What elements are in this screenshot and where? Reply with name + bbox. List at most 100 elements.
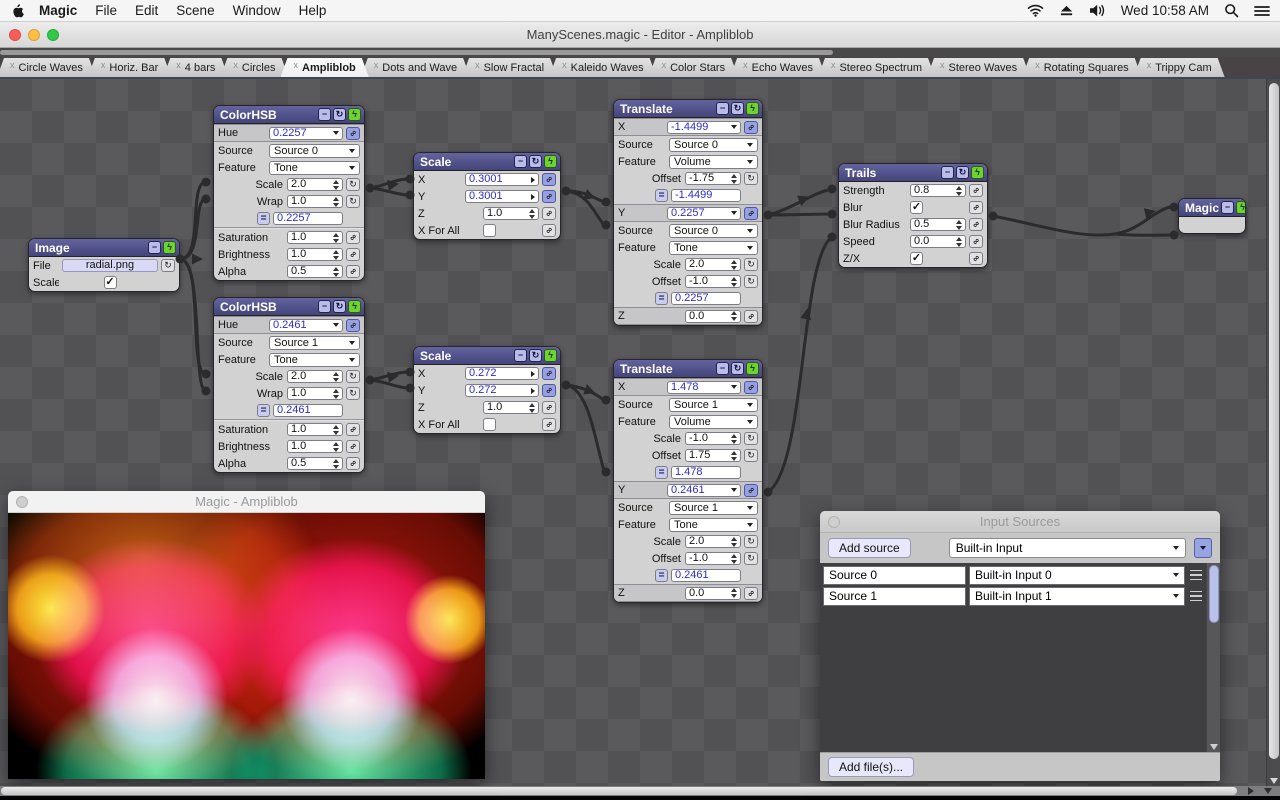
loop-icon[interactable]: ↻ (744, 258, 758, 271)
add-files-button[interactable]: Add file(s)... (828, 757, 914, 777)
link-icon[interactable]: ∞ (744, 207, 758, 220)
stepper-arrows[interactable] (333, 459, 339, 469)
tab-ampliblob[interactable]: xAmpliblob (281, 58, 369, 77)
cycle-node-icon[interactable]: ↻ (529, 155, 542, 168)
cycle-node-icon[interactable]: ↻ (956, 166, 969, 179)
node-header-image[interactable]: Image−ϟ (29, 239, 179, 257)
equals-button[interactable]: = (655, 569, 668, 582)
tab-color-stars[interactable]: xColor Stars (649, 58, 739, 77)
enable-node-button[interactable]: ϟ (163, 241, 176, 254)
computed-value-field[interactable]: 0.2257 (273, 212, 343, 225)
preview-titlebar[interactable]: Magic - Ampliblob (8, 491, 485, 513)
tab-echo-waves[interactable]: xEcho Waves (730, 58, 826, 77)
scroll-down-arrow-icon[interactable] (1270, 778, 1278, 784)
add-source-button[interactable]: Add source (828, 538, 911, 558)
tab-scroll-strip[interactable] (0, 48, 1280, 57)
tab-dots-and-wave[interactable]: xDots and Wave (361, 58, 470, 77)
param-value-field[interactable]: 0.3001 (465, 190, 539, 203)
reload-icon[interactable]: ↻ (161, 259, 175, 272)
param-value-field[interactable]: 0.0 (685, 310, 741, 323)
stepper-arrows[interactable] (529, 209, 535, 219)
param-value-field[interactable]: 1.0 (287, 195, 343, 208)
param-value-field[interactable]: 2.0 (287, 370, 343, 383)
tab-close-icon[interactable]: x (831, 60, 836, 70)
link-icon[interactable]: ∞ (744, 381, 758, 394)
cycle-node-icon[interactable]: ↻ (333, 108, 346, 121)
feature-select[interactable]: Tone (669, 518, 758, 532)
node-header-translate-1[interactable]: Translate−↻ϟ (614, 100, 762, 118)
loop-icon[interactable]: ↻ (346, 387, 360, 400)
link-icon[interactable]: ∞ (346, 265, 360, 278)
param-value-field[interactable]: -1.0 (685, 275, 741, 288)
enable-node-button[interactable]: ϟ (348, 108, 361, 121)
link-icon[interactable]: ∞ (744, 484, 758, 497)
stepper-arrows[interactable] (333, 425, 339, 435)
input-sources-titlebar[interactable]: Input Sources (820, 511, 1220, 533)
link-icon[interactable]: ∞ (542, 224, 556, 237)
param-value-field[interactable]: 1.0 (483, 207, 539, 220)
stepper-arrows[interactable] (333, 233, 339, 243)
loop-icon[interactable]: ↻ (744, 172, 758, 185)
enable-node-button[interactable]: ϟ (1236, 201, 1246, 214)
node-header-trails[interactable]: Trails−↻ϟ (839, 164, 987, 182)
param-value-field[interactable]: 0.0 (685, 587, 741, 600)
zoom-window-button[interactable] (47, 29, 59, 41)
param-value-field[interactable]: -1.0 (685, 432, 741, 445)
param-value-field[interactable]: 2.0 (287, 178, 343, 191)
param-value-dropdown[interactable]: 0.2461 (269, 319, 343, 332)
param-value-field[interactable]: 0.8 (910, 184, 966, 197)
stepper-arrows[interactable] (731, 537, 737, 547)
tab-close-icon[interactable]: x (743, 60, 748, 70)
link-icon[interactable]: ∞ (969, 218, 983, 231)
x-for-all-checkbox[interactable] (483, 418, 496, 431)
stepper-arrows[interactable] (333, 372, 339, 382)
tab-stereo-waves[interactable]: xStereo Waves (927, 58, 1030, 77)
param-value-field[interactable]: 0.5 (910, 218, 966, 231)
editor-horizontal-scrollbar[interactable] (0, 786, 1280, 796)
device-menu-button[interactable] (1194, 538, 1212, 558)
collapse-node-button[interactable]: − (1221, 201, 1234, 214)
link-icon[interactable]: ∞ (346, 319, 360, 332)
drag-handle-icon[interactable] (1188, 587, 1204, 606)
param-value-field[interactable]: 2.0 (685, 258, 741, 271)
stepper-arrows[interactable] (956, 186, 962, 196)
stepper-arrows[interactable] (333, 250, 339, 260)
param-value-field[interactable]: 0.3001 (465, 173, 539, 186)
link-icon[interactable]: ∞ (744, 121, 758, 134)
param-value-field[interactable]: 0.272 (465, 384, 539, 397)
stepper-arrows[interactable] (731, 588, 737, 598)
tab-close-icon[interactable]: x (940, 60, 945, 70)
source-device-dropdown[interactable]: Built-in Input 0 (969, 566, 1185, 585)
param-value-field[interactable]: 1.0 (287, 423, 343, 436)
param-value-field[interactable]: 0.5 (287, 457, 343, 470)
collapse-node-button[interactable]: − (941, 166, 954, 179)
stepper-arrows[interactable] (956, 237, 962, 247)
tab-stereo-spectrum[interactable]: xStereo Spectrum (818, 58, 935, 77)
apple-menu-icon[interactable] (12, 4, 24, 18)
link-icon[interactable]: ∞ (346, 457, 360, 470)
cycle-node-icon[interactable]: ↻ (333, 300, 346, 313)
collapse-node-button[interactable]: − (148, 241, 161, 254)
tab-close-icon[interactable]: x (1035, 60, 1040, 70)
link-icon[interactable]: ∞ (346, 231, 360, 244)
feature-select[interactable]: Tone (269, 353, 360, 367)
param-value-field[interactable]: 1.0 (287, 440, 343, 453)
param-value-field[interactable]: -1.75 (685, 172, 741, 185)
param-value-field[interactable]: 1.75 (685, 449, 741, 462)
link-icon[interactable]: ∞ (542, 418, 556, 431)
computed-value-field[interactable]: 1.478 (671, 466, 741, 479)
tab-close-icon[interactable]: x (294, 60, 299, 70)
source-select[interactable]: Source 0 (269, 144, 360, 158)
source-name-field[interactable]: Source 0 (823, 566, 966, 585)
link-icon[interactable]: ∞ (542, 173, 556, 186)
menu-item-window[interactable]: Window (224, 3, 290, 18)
scale-checkbox[interactable]: ✓ (104, 276, 117, 289)
link-icon[interactable]: ∞ (346, 127, 360, 140)
loop-icon[interactable]: ↻ (346, 178, 360, 191)
stepper-arrows[interactable] (731, 554, 737, 564)
feature-select[interactable]: Volume (669, 415, 758, 429)
link-icon[interactable]: ∞ (542, 207, 556, 220)
tab-circle-waves[interactable]: xCircle Waves (0, 58, 96, 77)
source-select[interactable]: Source 1 (669, 398, 758, 412)
cycle-node-icon[interactable]: ↻ (529, 349, 542, 362)
